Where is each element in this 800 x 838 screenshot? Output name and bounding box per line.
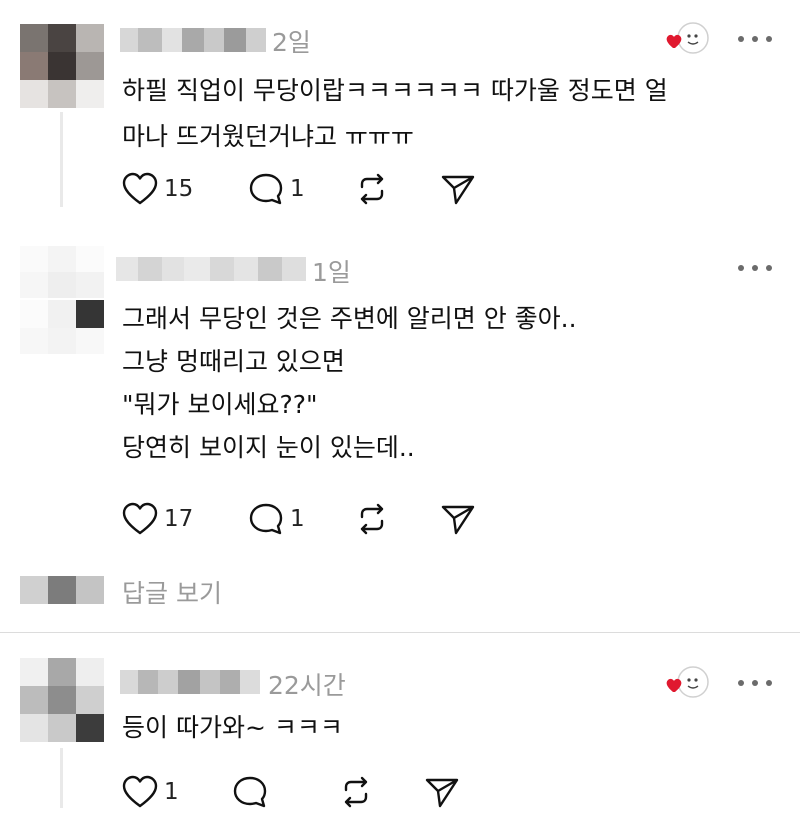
- like-button[interactable]: 1: [122, 775, 179, 809]
- author-like-badge: [664, 20, 710, 60]
- repost-button[interactable]: [338, 775, 374, 809]
- share-button[interactable]: [440, 502, 476, 536]
- like-count: 1: [164, 779, 179, 805]
- timestamp: 22시간: [268, 671, 346, 700]
- like-count: 15: [164, 176, 194, 202]
- timestamp: 2일: [272, 28, 311, 57]
- avatar[interactable]: [20, 24, 104, 108]
- view-replies-link[interactable]: 답글 보기: [122, 574, 222, 610]
- reply-count: 1: [290, 506, 305, 532]
- username[interactable]: [120, 28, 266, 52]
- comment-text-line: 하필 직업이 무당이랍ㅋㅋㅋㅋㅋㅋ 따가울 정도면 얼: [122, 76, 668, 105]
- send-icon: [441, 505, 475, 535]
- reply-button[interactable]: 1: [248, 172, 305, 206]
- send-icon: [425, 778, 459, 808]
- share-button[interactable]: [440, 172, 476, 206]
- repost-icon: [344, 776, 368, 808]
- avatar[interactable]: [20, 246, 104, 354]
- username[interactable]: [120, 670, 260, 694]
- heart-icon: [122, 502, 158, 535]
- comment-text: 등이 따가와~ ㅋㅋㅋ: [122, 708, 343, 748]
- repost-icon: [360, 503, 384, 535]
- author-like-badge: [664, 664, 710, 704]
- reply-button[interactable]: [232, 775, 268, 809]
- reply-count: 1: [290, 176, 305, 202]
- thread-line: [60, 112, 63, 207]
- like-count: 17: [164, 506, 194, 532]
- repost-icon: [360, 173, 384, 205]
- more-icon[interactable]: [738, 263, 772, 273]
- comment-text-line: 그냥 멍때리고 있으면: [122, 347, 345, 376]
- reply-button[interactable]: 1: [248, 502, 305, 536]
- repost-button[interactable]: [354, 172, 390, 206]
- timestamp: 1일: [312, 258, 351, 287]
- heart-icon: [122, 775, 158, 808]
- divider: [0, 632, 800, 633]
- reply-avatars: [20, 576, 104, 604]
- avatar[interactable]: [20, 658, 104, 742]
- comment-text: 하필 직업이 무당이랍ㅋㅋㅋㅋㅋㅋ 따가울 정도면 얼 마나 뜨거웠던거냐고 ㅠ…: [122, 68, 668, 160]
- like-button[interactable]: 15: [122, 172, 193, 206]
- more-icon[interactable]: [738, 34, 772, 44]
- repost-button[interactable]: [354, 502, 390, 536]
- heart-icon: [122, 172, 158, 205]
- like-button[interactable]: 17: [122, 502, 193, 536]
- comment-icon: [249, 503, 283, 535]
- comment-text-line: 당연히 보이지 눈이 있는데..: [122, 433, 415, 462]
- comment-text-line: 마나 뜨거웠던거냐고 ㅠㅠㅠ: [122, 122, 414, 151]
- comment-icon: [233, 776, 267, 808]
- comment-text-line: "뭐가 보이세요??": [122, 390, 318, 419]
- share-button[interactable]: [424, 775, 460, 809]
- more-icon[interactable]: [738, 678, 772, 688]
- send-icon: [441, 175, 475, 205]
- comment-text-line: 그래서 무당인 것은 주변에 알리면 안 좋아..: [122, 304, 577, 333]
- username[interactable]: [116, 257, 306, 281]
- comment-text-line: 등이 따가와~ ㅋㅋㅋ: [122, 713, 343, 742]
- comment-icon: [249, 173, 283, 205]
- thread-line: [60, 748, 63, 808]
- comment-text: 그래서 무당인 것은 주변에 알리면 안 좋아.. 그냥 멍때리고 있으면 "뭐…: [122, 297, 577, 469]
